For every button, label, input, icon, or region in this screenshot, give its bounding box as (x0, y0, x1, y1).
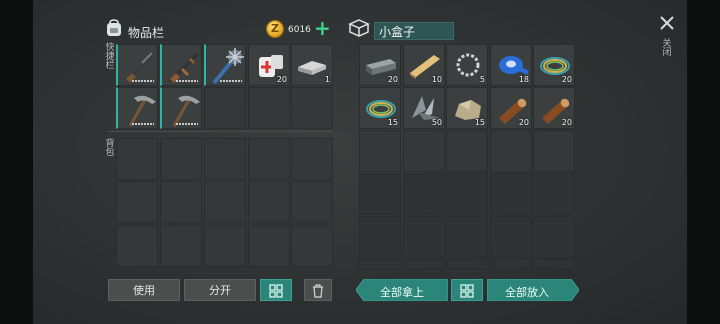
grid-sort-icon (269, 284, 283, 298)
container-slot[interactable] (533, 216, 575, 258)
sort-container-button[interactable] (451, 279, 483, 301)
container-slot[interactable]: 15 (446, 87, 488, 129)
container-slot[interactable] (359, 173, 401, 215)
container-slot[interactable]: 20 (490, 87, 532, 129)
item-count: 5 (479, 75, 485, 84)
container-slot[interactable]: 15 (359, 87, 401, 129)
backpack-slot[interactable] (204, 181, 246, 223)
trash-icon (313, 284, 323, 298)
container-slot[interactable] (490, 173, 532, 215)
add-currency-button[interactable]: + (314, 18, 331, 38)
container-slot[interactable] (490, 259, 532, 269)
grid-sort-icon (460, 284, 474, 298)
container-slot[interactable] (403, 216, 445, 258)
container-slot[interactable] (533, 130, 575, 172)
item-count: 18 (518, 75, 529, 84)
hotbar-slot[interactable] (204, 44, 246, 86)
item-count: 20 (276, 75, 287, 84)
container-slot[interactable] (446, 173, 488, 215)
container-slot[interactable]: 18 (490, 44, 532, 86)
container-slot[interactable] (359, 130, 401, 172)
coin-icon: Z (266, 20, 284, 38)
container-slot[interactable] (403, 130, 445, 172)
container-slot[interactable] (490, 130, 532, 172)
backpack-slot[interactable] (248, 138, 290, 180)
container-slot[interactable]: 20 (533, 44, 575, 86)
item-count: 10 (431, 75, 442, 84)
container-slot[interactable] (490, 216, 532, 258)
durability-bar (176, 80, 198, 82)
hotbar-label: 快捷栏 (105, 43, 115, 71)
backpack-slot[interactable] (160, 225, 202, 267)
backpack-slot[interactable] (116, 181, 158, 223)
sort-inventory-button[interactable] (260, 279, 292, 301)
right-edge (687, 0, 720, 324)
item-count: 15 (474, 118, 485, 127)
container-slot[interactable] (446, 130, 488, 172)
backpack-slot[interactable] (160, 181, 202, 223)
container-slot[interactable] (533, 173, 575, 215)
hotbar-slot[interactable] (160, 44, 202, 86)
backpack-slot[interactable] (116, 138, 158, 180)
container-slot[interactable] (533, 259, 575, 269)
backpack-slot[interactable] (291, 181, 333, 223)
section-divider (108, 131, 332, 132)
container-slot[interactable] (403, 173, 445, 215)
item-count: 50 (431, 118, 442, 127)
backpack-icon (107, 19, 121, 36)
durability-bar (176, 123, 198, 125)
take-all-label: 全部拿上 (380, 286, 424, 299)
hotbar-slot[interactable] (116, 87, 158, 129)
hotbar-slot[interactable] (291, 87, 333, 129)
container-slot[interactable]: 20 (533, 87, 575, 129)
item-count: 20 (561, 75, 572, 84)
backpack-slot[interactable] (116, 225, 158, 267)
hotbar-slot[interactable]: 1 (291, 44, 333, 86)
backpack-label: 背包 (105, 139, 115, 158)
item-count: 20 (561, 118, 572, 127)
backpack-slot[interactable] (204, 138, 246, 180)
durability-bar (132, 80, 154, 82)
item-count: 20 (387, 75, 398, 84)
close-label[interactable]: 关闭 (662, 40, 672, 58)
container-slot[interactable]: 50 (403, 87, 445, 129)
item-count: 20 (518, 118, 529, 127)
item-count: 15 (387, 118, 398, 127)
hotbar-slot[interactable]: 20 (248, 44, 290, 86)
backpack-slot[interactable] (291, 225, 333, 267)
backpack-slot[interactable] (248, 225, 290, 267)
split-button[interactable]: 分开 (184, 279, 256, 301)
container-slot[interactable] (403, 259, 445, 269)
backpack-slot[interactable] (248, 181, 290, 223)
currency-amount: 6016 (288, 25, 311, 35)
hotbar-slot[interactable] (248, 87, 290, 129)
hotbar-slot[interactable] (116, 44, 158, 86)
left-edge (0, 0, 33, 324)
backpack-slot[interactable] (160, 138, 202, 180)
inventory-title: 物品栏 (128, 26, 165, 40)
item-count: 1 (324, 75, 330, 84)
container-slot[interactable] (446, 259, 488, 269)
container-slot[interactable]: 20 (359, 44, 401, 86)
put-all-label: 全部放入 (505, 286, 549, 299)
container-slot[interactable] (359, 216, 401, 258)
container-slot[interactable] (446, 216, 488, 258)
hotbar-slot[interactable] (204, 87, 246, 129)
container-slot[interactable] (359, 259, 401, 269)
use-button[interactable]: 使用 (108, 279, 180, 301)
hotbar-slot[interactable] (160, 87, 202, 129)
container-name-field[interactable]: 小盒子 (374, 22, 454, 40)
durability-bar (132, 123, 154, 125)
close-icon[interactable] (659, 15, 675, 31)
container-slot[interactable]: 5 (446, 44, 488, 86)
box-icon (348, 19, 370, 37)
discard-button[interactable] (304, 279, 332, 301)
backpack-slot[interactable] (291, 138, 333, 180)
durability-bar (220, 80, 242, 82)
backpack-slot[interactable] (204, 225, 246, 267)
container-slot[interactable]: 10 (403, 44, 445, 86)
